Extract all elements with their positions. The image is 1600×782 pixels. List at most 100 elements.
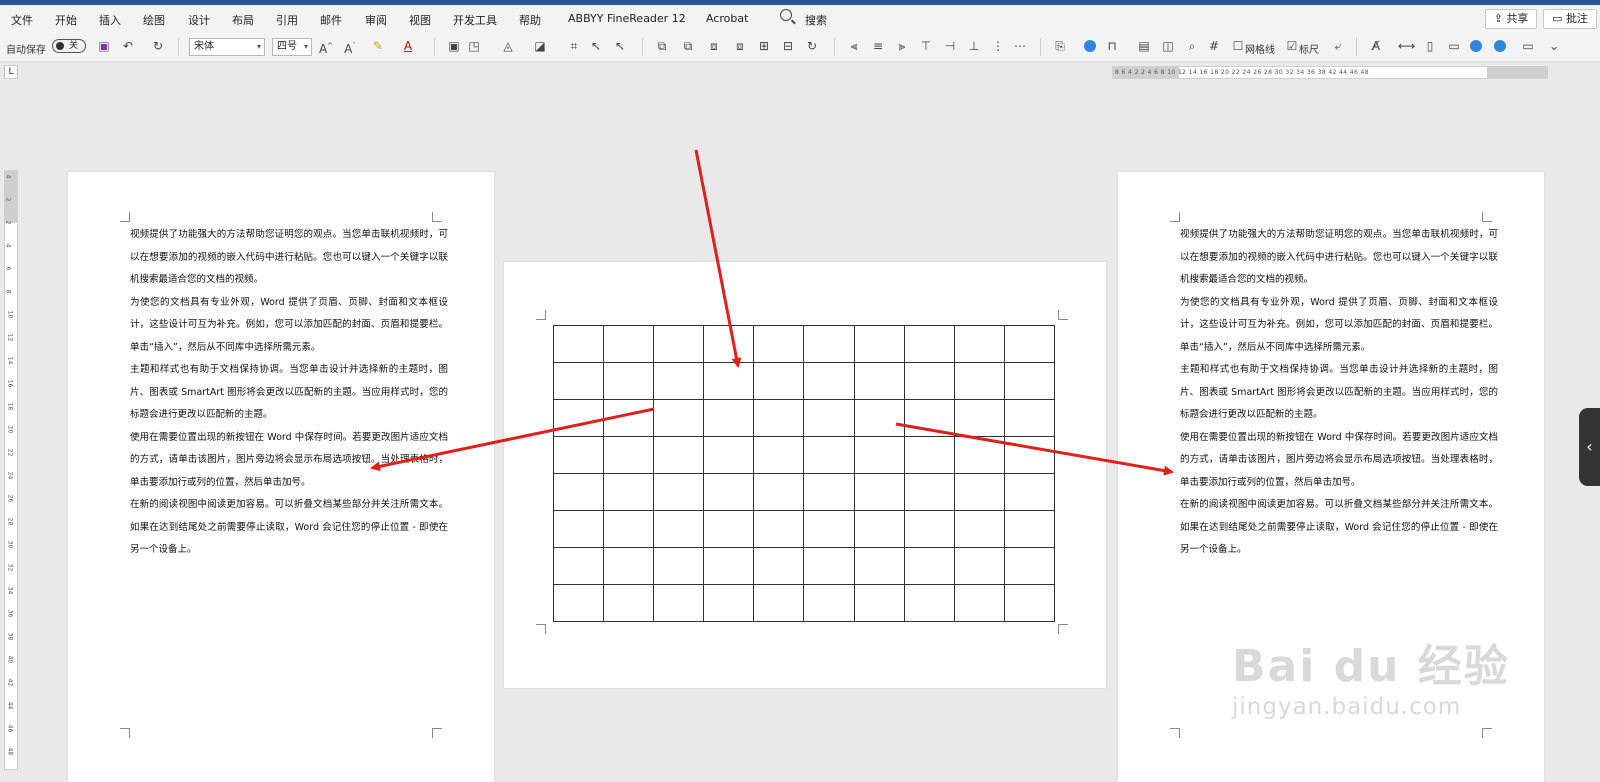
- menu-file[interactable]: 文件: [11, 12, 33, 28]
- table-cell[interactable]: [603, 584, 655, 622]
- menu-view[interactable]: 视图: [409, 12, 431, 28]
- table-cell[interactable]: [903, 362, 955, 400]
- highlight-icon[interactable]: ✎: [370, 38, 386, 54]
- table-cell[interactable]: [703, 510, 755, 548]
- table-cell[interactable]: [703, 436, 755, 474]
- paragraph[interactable]: 视频提供了功能强大的方法帮助您证明您的观点。当您单击联机视频时，可以在想要添加的…: [1180, 224, 1498, 292]
- horizontal-ruler[interactable]: 8 6 4 2 2 4 6 8 10 12 14 16 18 20 22 24 …: [1112, 66, 1548, 79]
- table-cell[interactable]: [703, 584, 755, 622]
- table-cell[interactable]: [753, 362, 805, 400]
- font-color-icon[interactable]: A: [400, 38, 416, 54]
- table-cell[interactable]: [603, 547, 655, 585]
- table-cell[interactable]: [853, 510, 905, 548]
- menu-references[interactable]: 引用: [276, 12, 298, 28]
- table-cell[interactable]: [1003, 436, 1056, 474]
- comment-tool-icon[interactable]: ▭: [1446, 38, 1462, 54]
- table-cell[interactable]: [703, 547, 755, 585]
- paragraph[interactable]: 使用在需要位置出现的新按钮在 Word 中保存时间。若要更改图片适应文档的方式，…: [130, 427, 448, 495]
- shrink-font-icon[interactable]: Aˇ: [342, 38, 358, 56]
- table-cell[interactable]: [953, 436, 1005, 474]
- paste-icon[interactable]: ⎘: [1052, 38, 1068, 54]
- table-cell[interactable]: [653, 436, 705, 474]
- table-cell[interactable]: [653, 584, 705, 622]
- table-cell[interactable]: [903, 510, 955, 548]
- table-cell[interactable]: [903, 547, 955, 585]
- table-cell[interactable]: [803, 362, 855, 400]
- save-icon[interactable]: ▣: [96, 38, 112, 54]
- table-cell[interactable]: [853, 547, 905, 585]
- table-cell[interactable]: [653, 399, 705, 437]
- menu-help[interactable]: 帮助: [519, 12, 541, 28]
- table-cell[interactable]: [552, 584, 605, 622]
- record-icon[interactable]: [1084, 40, 1096, 52]
- table-cell[interactable]: [853, 584, 905, 622]
- shapes-icon[interactable]: ◳: [466, 38, 482, 54]
- paragraph[interactable]: 主题和样式也有助于文档保持协调。当您单击设计并选择新的主题时，图片、图表或 Sm…: [130, 359, 448, 427]
- table-cell[interactable]: [603, 510, 655, 548]
- table-cell[interactable]: [603, 473, 655, 511]
- table-cell[interactable]: [753, 473, 805, 511]
- table-cell[interactable]: [753, 399, 805, 437]
- paragraph[interactable]: 为使您的文档具有专业外观，Word 提供了页眉、页脚、封面和文本框设计，这些设计…: [1180, 292, 1498, 360]
- ungroup-icon[interactable]: ⊟: [780, 38, 796, 54]
- table-cell[interactable]: [653, 510, 705, 548]
- select-icon[interactable]: ↖: [588, 38, 604, 54]
- table-cell[interactable]: [953, 547, 1005, 585]
- outline-icon[interactable]: ◪: [532, 38, 548, 54]
- table-cell[interactable]: [853, 436, 905, 474]
- crop-icon[interactable]: ⌗: [566, 38, 582, 54]
- fill-icon[interactable]: ◬: [500, 38, 516, 54]
- table-cell[interactable]: [853, 362, 905, 400]
- share-button[interactable]: ⇪ 共享: [1485, 9, 1537, 29]
- table-cell[interactable]: [653, 547, 705, 585]
- body-text[interactable]: 视频提供了功能强大的方法帮助您证明您的观点。当您单击联机视频时，可以在想要添加的…: [1180, 224, 1498, 562]
- align-middle-icon[interactable]: ⊣: [942, 38, 958, 54]
- empty-table[interactable]: [552, 325, 1056, 622]
- position-icon[interactable]: ⧈: [732, 38, 748, 54]
- table-cell[interactable]: [953, 399, 1005, 437]
- table-cell[interactable]: [1003, 325, 1056, 363]
- distribute-h-icon[interactable]: ⋮: [990, 38, 1006, 54]
- group-icon[interactable]: ⊞: [756, 38, 772, 54]
- table-cell[interactable]: [703, 473, 755, 511]
- table-cell[interactable]: [703, 325, 755, 363]
- table-cell[interactable]: [1003, 584, 1056, 622]
- menu-home[interactable]: 开始: [55, 12, 77, 28]
- table-cell[interactable]: [552, 547, 605, 585]
- table-cell[interactable]: [1003, 399, 1056, 437]
- align-right-icon[interactable]: ⫸: [894, 38, 910, 54]
- ruler-checkbox[interactable]: ☑: [1284, 38, 1300, 54]
- table-cell[interactable]: [803, 584, 855, 622]
- table-cell[interactable]: [603, 362, 655, 400]
- circle-icon[interactable]: [1494, 40, 1506, 52]
- table-cell[interactable]: [552, 325, 605, 363]
- table-cell[interactable]: [953, 473, 1005, 511]
- width-icon[interactable]: ⟷: [1398, 38, 1415, 54]
- autosave-toggle[interactable]: 关: [52, 39, 86, 53]
- vertical-ruler[interactable]: 4 2 2 4 6 8 10 12 14 16 18 20 22 24 26 28 30 32 34 36 38 40 42…: [4, 170, 18, 770]
- textbox-icon[interactable]: ▣: [446, 38, 462, 54]
- find-icon[interactable]: ⌕: [1184, 38, 1200, 54]
- send-backward-icon[interactable]: ⧉: [680, 38, 696, 54]
- pin-icon[interactable]: ⤶: [1330, 38, 1346, 54]
- pointer-icon[interactable]: ↖: [612, 38, 628, 54]
- align-left-icon[interactable]: ⫷: [846, 38, 862, 54]
- table-cell[interactable]: [603, 325, 655, 363]
- grow-font-icon[interactable]: A^: [318, 38, 334, 56]
- table-cell[interactable]: [803, 436, 855, 474]
- table-cell[interactable]: [953, 510, 1005, 548]
- paragraph[interactable]: 使用在需要位置出现的新按钮在 Word 中保存时间。若要更改图片适应文档的方式，…: [1180, 427, 1498, 495]
- table-cell[interactable]: [853, 399, 905, 437]
- table-cell[interactable]: [703, 362, 755, 400]
- table-cell[interactable]: [803, 325, 855, 363]
- paragraph[interactable]: 为使您的文档具有专业外观，Word 提供了页眉、页脚、封面和文本框设计，这些设计…: [130, 292, 448, 360]
- paragraph[interactable]: 在新的阅读视图中阅读更加容易。可以折叠文档某些部分并关注所需文本。如果在达到结尾…: [1180, 494, 1498, 562]
- table-cell[interactable]: [552, 473, 605, 511]
- redo-icon[interactable]: ↻: [150, 38, 166, 54]
- tab-stop-selector[interactable]: L: [4, 65, 18, 79]
- table-cell[interactable]: [803, 473, 855, 511]
- menu-developer[interactable]: 开发工具: [453, 12, 497, 28]
- table-cell[interactable]: [903, 399, 955, 437]
- distribute-v-icon[interactable]: ⋯: [1012, 38, 1028, 54]
- table-cell[interactable]: [603, 399, 655, 437]
